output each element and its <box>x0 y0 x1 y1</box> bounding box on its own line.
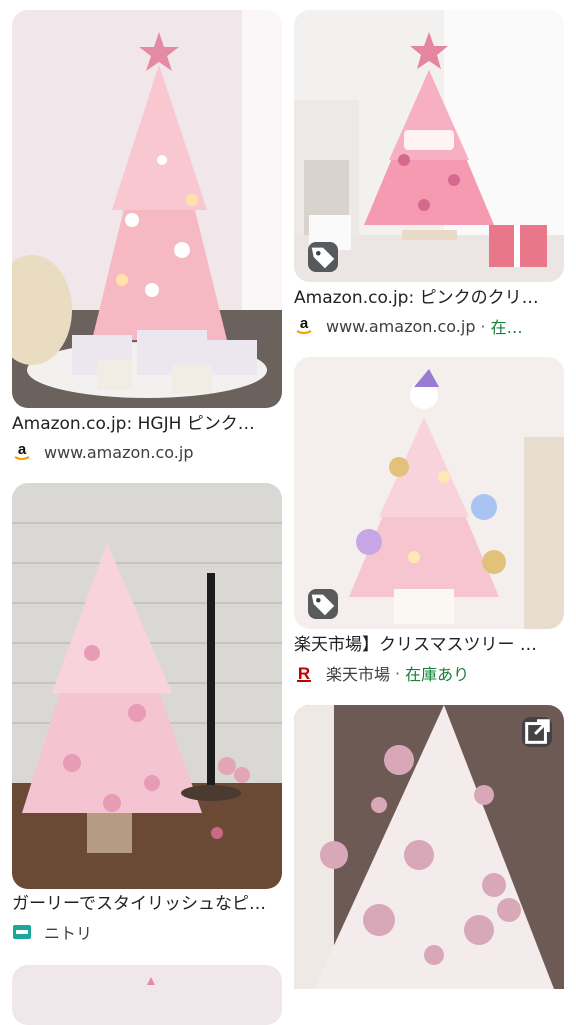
amazon-icon: a <box>294 316 314 336</box>
separator-dot: · <box>480 316 486 336</box>
separator-dot: · <box>395 663 401 683</box>
result-image[interactable] <box>294 357 564 629</box>
result-source-label: ニトリ <box>44 924 93 943</box>
result-source-label: www.amazon.co.jp <box>326 316 476 336</box>
result-title[interactable]: Amazon.co.jp: HGJH ピンク… <box>12 413 282 435</box>
result-image[interactable] <box>12 483 282 889</box>
stock-status: 在… <box>490 318 523 337</box>
result-source[interactable]: a www.amazon.co.jp · 在… <box>294 315 564 337</box>
svg-text:a: a <box>18 442 27 458</box>
stock-status: 在庫あり <box>405 665 470 684</box>
svg-text:a: a <box>300 316 309 332</box>
amazon-icon: a <box>12 442 32 462</box>
result-source[interactable]: R 楽天市場 · 在庫あり <box>294 662 564 684</box>
tag-icon <box>308 242 338 272</box>
nitori-icon <box>12 922 32 942</box>
tag-icon <box>308 589 338 619</box>
result-title[interactable]: 楽天市場】クリスマスツリー … <box>294 634 564 656</box>
result-title[interactable]: ガーリーでスタイリッシュなピ… <box>12 893 282 915</box>
result-source[interactable]: ニトリ <box>12 921 282 943</box>
result-title[interactable]: Amazon.co.jp: ピンクのクリ… <box>294 287 564 309</box>
result-source-label: 楽天市場 <box>326 665 391 684</box>
result-source[interactable]: a www.amazon.co.jp <box>12 441 282 463</box>
open-in-new-icon[interactable] <box>522 717 552 747</box>
result-source-label: www.amazon.co.jp <box>44 442 194 462</box>
result-image[interactable] <box>294 10 564 282</box>
result-image[interactable] <box>12 10 282 408</box>
result-image[interactable] <box>12 965 282 1025</box>
result-image[interactable] <box>294 705 564 989</box>
rakuten-icon: R <box>294 663 314 683</box>
